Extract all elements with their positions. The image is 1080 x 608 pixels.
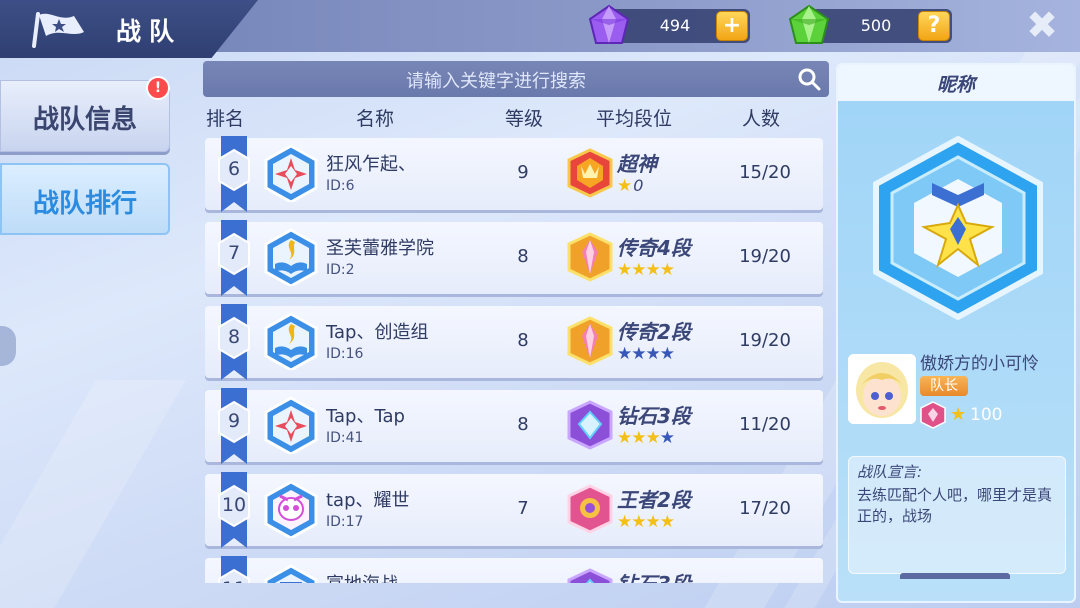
- page-title: 战队: [116, 17, 183, 46]
- team-row[interactable]: 7 圣芙蕾雅学院 ID:2 8 传奇4段 ★★★★ 19/20: [205, 220, 823, 296]
- purple-gem-icon: [588, 4, 630, 44]
- tab-team-info-label: 战队信息: [32, 105, 137, 135]
- team-name: tap、耀世: [326, 490, 410, 511]
- tier-badge-icon: [567, 232, 613, 282]
- team-row[interactable]: 11 富地海战 钻石3段: [205, 556, 823, 583]
- team-emblem-icon: [264, 564, 318, 583]
- green-gem-value: 500: [860, 16, 892, 35]
- tier-stars: ★ 0: [617, 176, 643, 196]
- team-emblem-icon: [264, 396, 318, 454]
- tab-team-ranking-label: 战队排行: [32, 189, 137, 219]
- team-name: 狂风乍起、: [326, 154, 416, 175]
- rank-number: 7: [227, 242, 241, 264]
- tier-name: 传奇4段: [617, 236, 691, 260]
- team-row[interactable]: 9 Tap、Tap ID:41 8 钻石3段 ★★★★ 11/20: [205, 388, 823, 464]
- panel-title: 昵称: [936, 74, 975, 96]
- member-count: 19/20: [739, 330, 791, 351]
- member-count: 19/20: [739, 246, 791, 267]
- team-level: 8: [517, 414, 529, 435]
- tier-badge-icon: [567, 316, 613, 366]
- tier-name: 传奇2段: [617, 320, 691, 344]
- team-emblem-icon: [264, 228, 318, 286]
- team-name: Tap、创造组: [326, 322, 429, 343]
- leader-tier-icon: [920, 401, 946, 429]
- rank-number: 6: [227, 158, 241, 180]
- team-id: ID:41: [326, 430, 364, 446]
- column-rank: 排名: [206, 108, 245, 130]
- tier-badge-icon: [567, 568, 613, 583]
- team-level: 7: [517, 498, 529, 519]
- team-id: ID:2: [326, 262, 355, 278]
- tier-stars: ★★★★: [617, 344, 675, 364]
- member-count: 17/20: [739, 498, 791, 519]
- team-row[interactable]: 10 tap、耀世 ID:17 7 王者2段 ★★★★ 17/20: [205, 472, 823, 548]
- purple-gem-value: 494: [659, 16, 691, 35]
- alert-badge: !: [146, 76, 170, 100]
- green-gem-icon: [788, 4, 830, 44]
- column-members: 人数: [742, 108, 781, 130]
- panel-action-button[interactable]: [900, 573, 1010, 579]
- team-emblem-icon: [873, 135, 1043, 321]
- leader-name: 傲娇方的小可怜: [920, 354, 1039, 374]
- tier-stars: ★★★★: [617, 512, 675, 532]
- team-level: 9: [517, 162, 529, 183]
- team-name: 富地海战: [326, 570, 398, 583]
- close-button[interactable]: ✖: [1022, 6, 1062, 46]
- team-flag-icon: [32, 12, 84, 48]
- avatar-image: [848, 354, 916, 424]
- tier-badge-icon: [567, 148, 613, 198]
- tier-name: 钻石3段: [617, 568, 691, 583]
- rank-number: 10: [221, 494, 247, 516]
- leader-role-badge: 队长: [920, 376, 968, 396]
- search-bar[interactable]: 请输入关键字进行搜索: [203, 61, 829, 97]
- tab-team-ranking[interactable]: 战队排行: [0, 163, 170, 235]
- team-id: ID:16: [326, 346, 364, 362]
- tab-team-info[interactable]: 战队信息: [0, 80, 170, 152]
- declaration-box: 战队宣言: 去练匹配个人吧，哪里才是真正的，战场: [848, 456, 1066, 574]
- rank-number: 11: [217, 578, 251, 583]
- team-level: 8: [517, 246, 529, 267]
- tier-star-count: 0: [633, 176, 643, 195]
- tier-name: 超神: [617, 152, 657, 176]
- team-detail-panel: 昵称 傲娇方的小可怜 队长 ★ 100 战队宣言: 去练匹配个人吧，哪里才是真正…: [836, 63, 1076, 603]
- column-name: 名称: [356, 108, 395, 130]
- panel-header: 昵称: [838, 65, 1074, 101]
- declaration-text: 去练匹配个人吧，哪里才是真正的，战场: [857, 486, 1053, 525]
- team-name: 圣芙蕾雅学院: [326, 238, 434, 259]
- side-handle[interactable]: [0, 326, 16, 366]
- leader-score: 100: [970, 405, 1003, 425]
- leader-star-icon: ★: [950, 404, 967, 425]
- team-emblem-icon: [264, 144, 318, 202]
- green-gem-counter: 500 ?: [788, 4, 952, 44]
- tier-name: 钻石3段: [617, 404, 691, 428]
- tier-badge-icon: [567, 400, 613, 450]
- team-row[interactable]: 8 Tap、创造组 ID:16 8 传奇2段 ★★★★ 19/20: [205, 304, 823, 380]
- rank-number: 8: [227, 326, 241, 348]
- team-name: Tap、Tap: [326, 406, 405, 427]
- team-emblem-icon: [264, 312, 318, 370]
- leader-avatar[interactable]: [848, 354, 916, 424]
- team-emblem-icon: [264, 480, 318, 538]
- team-id: ID:17: [326, 514, 364, 530]
- add-gem-button[interactable]: +: [716, 11, 748, 41]
- tier-stars: ★★★★: [617, 260, 675, 280]
- team-level: 8: [517, 330, 529, 351]
- team-row[interactable]: 6 狂风乍起、 ID:6 9 超神 ★ 0 15/20: [205, 136, 823, 212]
- background-stripe: [0, 380, 186, 608]
- help-button[interactable]: ?: [918, 11, 950, 41]
- search-icon[interactable]: [797, 67, 821, 91]
- rank-number: 9: [227, 410, 241, 432]
- team-id: ID:6: [326, 178, 355, 194]
- declaration-title: 战队宣言:: [857, 463, 923, 481]
- search-input[interactable]: 请输入关键字进行搜索: [203, 67, 789, 93]
- team-ranking-list[interactable]: 6 狂风乍起、 ID:6 9 超神 ★ 0 15/20 7 圣芙蕾雅学院 ID:2 8 传奇4段 ★★★★…: [205, 136, 825, 583]
- column-tier: 平均段位: [596, 108, 673, 130]
- member-count: 11/20: [739, 414, 791, 435]
- tier-badge-icon: [567, 484, 613, 534]
- member-count: 15/20: [739, 162, 791, 183]
- tier-stars: ★★★★: [617, 428, 675, 448]
- column-level: 等级: [505, 108, 544, 130]
- tier-name: 王者2段: [617, 488, 691, 512]
- purple-gem-counter: 494 +: [588, 4, 750, 44]
